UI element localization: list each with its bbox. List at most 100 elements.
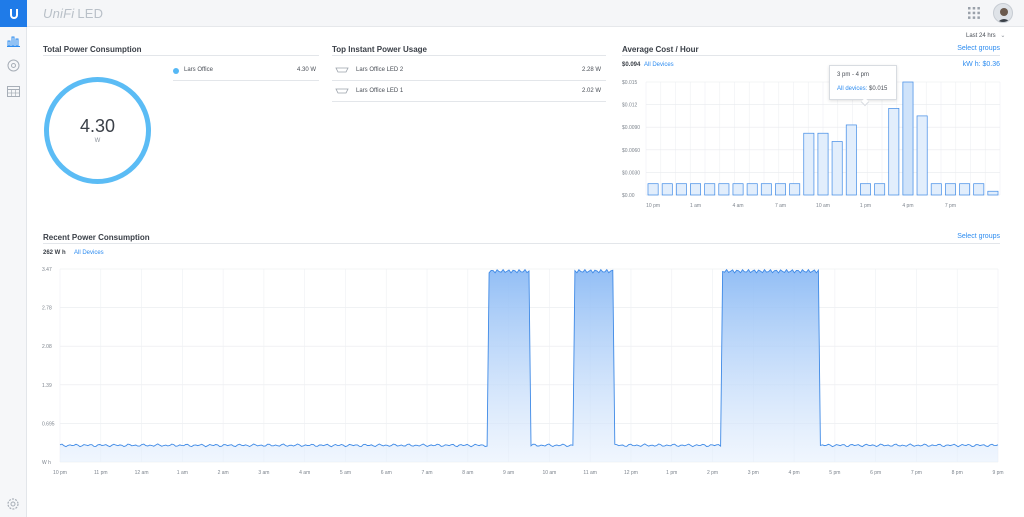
cost-rate[interactable]: kW h: $0.36	[940, 61, 1000, 68]
x-tick-label: 10 pm	[646, 203, 660, 209]
unifi-logo[interactable]	[0, 0, 27, 27]
top-instant-title: Top Instant Power Usage	[332, 45, 427, 54]
cost-bar	[675, 183, 687, 196]
y-tick-label: $0.012	[622, 103, 638, 109]
brand-name: UniFi	[43, 6, 75, 21]
total-power-title: Total Power Consumption	[43, 45, 142, 54]
y-tick-label: W h	[42, 460, 51, 466]
x-tick-label: 1 am	[690, 203, 701, 209]
cost-bar	[959, 183, 971, 196]
x-tick-label: 3 am	[258, 470, 269, 476]
divider	[332, 55, 606, 56]
top-bar: UniFi LED	[27, 0, 1024, 27]
cost-bar	[874, 183, 886, 196]
brand-product: LED	[77, 6, 104, 21]
cost-bar	[987, 190, 999, 196]
x-tick-label: 2 pm	[707, 470, 718, 476]
sidebar-item-devices[interactable]	[5, 57, 22, 74]
user-avatar[interactable]	[993, 3, 1013, 23]
y-tick-label: $0.0060	[622, 148, 640, 154]
divider	[332, 101, 606, 102]
time-range-label: Last 24 hrs	[966, 33, 996, 39]
cost-bar	[803, 132, 815, 196]
x-tick-label: 7 am	[421, 470, 432, 476]
avatar-icon	[997, 8, 1011, 22]
cost-bar	[760, 183, 772, 196]
x-tick-label: 7 pm	[945, 203, 956, 209]
led-panel-icon	[335, 67, 349, 73]
bar-chart-icon	[7, 36, 20, 47]
x-tick-label: 9 am	[503, 470, 514, 476]
x-tick-label: 9 pm	[992, 470, 1003, 476]
led-row-name[interactable]: Lars Office LED 1	[356, 88, 403, 94]
calendar-icon	[7, 85, 20, 97]
x-tick-label: 8 am	[462, 470, 473, 476]
cost-bar	[704, 183, 716, 196]
x-tick-label: 7 am	[775, 203, 786, 209]
y-tick-label: 1.39	[42, 383, 52, 389]
led-row-name[interactable]: Lars Office LED 2	[356, 67, 403, 73]
x-tick-label: 12 am	[135, 470, 149, 476]
recent-power-title: Recent Power Consumption	[43, 233, 150, 242]
sidebar-item-settings[interactable]	[6, 497, 20, 511]
cost-bar	[718, 183, 730, 196]
divider	[173, 80, 319, 81]
sidebar-item-schedule[interactable]	[5, 82, 22, 99]
avg-cost-filter[interactable]: All Devices	[644, 62, 674, 68]
chart-tooltip: 3 pm - 4 pm All devices: $0.015	[829, 65, 897, 100]
apps-grid-icon	[968, 7, 980, 19]
x-tick-label: 5 am	[340, 470, 351, 476]
cost-bar	[789, 183, 801, 196]
x-tick-label: 2 am	[218, 470, 229, 476]
led-row-value: 2.28 W	[581, 67, 601, 73]
divider	[622, 55, 1000, 56]
x-tick-label: 11 am	[583, 470, 597, 476]
time-range-select[interactable]: Last 24 hrs ⌄	[966, 32, 1005, 39]
legend-item-value: 4.30 W	[296, 67, 316, 73]
tooltip-time: 3 pm - 4 pm	[837, 72, 870, 78]
x-tick-label: 10 am	[542, 470, 556, 476]
average-cost-chart: $0.00 $0.0030 $0.0060 $0.0090 $0.012 $0.015 10…	[622, 80, 1001, 209]
x-tick-label: 12 pm	[624, 470, 638, 476]
led-row-value: 2.02 W	[581, 88, 601, 94]
tooltip-label: All devices:	[837, 86, 868, 92]
x-tick-label: 11 pm	[94, 470, 108, 476]
y-tick-label: 2.78	[42, 306, 52, 312]
legend-item-name: Lars Office	[184, 67, 213, 73]
gear-icon	[7, 498, 19, 510]
chevron-down-icon: ⌄	[1000, 33, 1006, 39]
x-tick-label: 1 pm	[860, 203, 871, 209]
cost-bar	[732, 183, 744, 196]
cost-bar	[690, 183, 702, 196]
x-tick-label: 4 pm	[902, 203, 913, 209]
x-tick-label: 4 am	[732, 203, 743, 209]
x-tick-label: 1 pm	[666, 470, 677, 476]
cost-bar	[746, 183, 758, 196]
apps-grid-button[interactable]	[967, 6, 981, 20]
x-tick-label: 4 pm	[789, 470, 800, 476]
x-tick-label: 7 pm	[911, 470, 922, 476]
led-panel-icon	[335, 88, 349, 94]
y-tick-label: $0.0030	[622, 170, 640, 176]
cost-bar	[916, 115, 928, 196]
sidebar-item-statistics[interactable]	[5, 32, 22, 49]
cost-bar	[647, 183, 659, 196]
cost-bar	[817, 132, 829, 196]
device-circle-icon	[7, 59, 20, 72]
cost-bar	[944, 183, 956, 196]
recent-power-filter[interactable]: All Devices	[74, 250, 104, 256]
legend-dot	[173, 68, 179, 74]
tooltip-row: All devices: $0.015	[837, 86, 887, 92]
recent-power-select-groups[interactable]: Select groups	[940, 233, 1000, 240]
recent-power-total: 262 W h	[43, 250, 66, 256]
x-tick-label: 1 am	[177, 470, 188, 476]
x-tick-label: 8 pm	[952, 470, 963, 476]
cost-bar	[775, 183, 786, 196]
avg-cost-select-groups[interactable]: Select groups	[940, 45, 1000, 52]
y-tick-label: $0.00	[622, 193, 635, 199]
cost-bar	[888, 108, 900, 196]
x-tick-label: 4 am	[299, 470, 310, 476]
x-tick-label: 6 am	[381, 470, 392, 476]
y-tick-label: 0.695	[42, 421, 55, 427]
cost-bar	[845, 124, 857, 196]
